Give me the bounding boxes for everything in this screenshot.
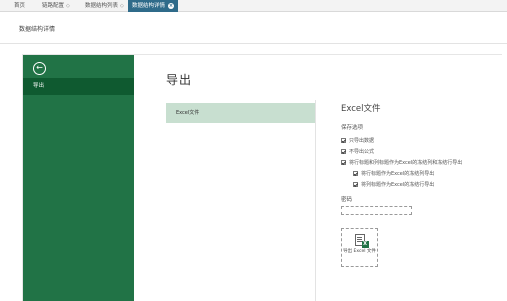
- password-field[interactable]: [341, 206, 412, 215]
- tab-structure-detail[interactable]: 数据结构详情 ×: [128, 0, 179, 12]
- option-freeze-row-headers[interactable]: 将行标题作为Excel的冻结列导出: [353, 170, 434, 177]
- option-label: 只导出数据: [349, 138, 375, 144]
- panel-divider: [315, 100, 316, 301]
- checkbox[interactable]: [341, 160, 346, 165]
- divider: [0, 43, 507, 44]
- tab-close-icon[interactable]: ◇: [66, 0, 70, 12]
- option-label: 不导出公式: [349, 149, 375, 155]
- tab-link-config[interactable]: 链路配置 ◇: [42, 0, 70, 12]
- tab-label: 数据结构详情: [132, 3, 166, 9]
- back-arrow-icon[interactable]: ←: [33, 62, 46, 75]
- save-options-label: 保存选项: [341, 125, 364, 131]
- tab-bar: 首页 链路配置 ◇ 数据结构列表 ◇ 数据结构详情 ×: [0, 0, 507, 12]
- option-freeze-col-headers[interactable]: 将列标题作为Excel的冻结行导出: [353, 181, 434, 188]
- export-button-label: 导出 Excel 文件: [343, 249, 376, 254]
- nav-item-export[interactable]: 导出: [23, 78, 134, 95]
- format-item-excel[interactable]: Excel文件: [166, 103, 315, 123]
- excel-file-icon: [354, 234, 369, 248]
- option-export-data-only[interactable]: 只导出数据: [341, 137, 374, 144]
- backstage-nav: ← 导出: [23, 55, 134, 301]
- option-label: 将列标题作为Excel的冻结行导出: [361, 182, 435, 188]
- export-excel-button[interactable]: 导出 Excel 文件: [341, 228, 378, 267]
- tab-structure-list[interactable]: 数据结构列表 ◇: [85, 0, 124, 12]
- option-freeze-row-col-headers[interactable]: 将行标题和列标题作为Excel的冻结列和冻结行导出: [341, 159, 462, 166]
- checkbox[interactable]: [341, 149, 346, 154]
- export-heading: 导出: [166, 73, 193, 87]
- options-title: Excel文件: [341, 104, 381, 114]
- checkbox[interactable]: [341, 138, 346, 143]
- checkbox[interactable]: [353, 171, 358, 176]
- tab-close-icon[interactable]: ◇: [120, 0, 124, 12]
- tab-close-icon[interactable]: ×: [168, 3, 175, 9]
- export-backstage: ← 导出 导出 Excel文件 Excel文件 保存选项 只导出数据 不导出公式…: [22, 54, 502, 301]
- password-label: 密码: [341, 197, 353, 203]
- checkbox[interactable]: [353, 182, 358, 187]
- option-no-formulas[interactable]: 不导出公式: [341, 148, 374, 155]
- tab-label: 链路配置: [42, 3, 65, 9]
- option-label: 将行标题和列标题作为Excel的冻结列和冻结行导出: [349, 160, 463, 166]
- tab-label: 首页: [14, 3, 26, 9]
- page-title: 数据结构详情: [19, 26, 56, 33]
- tab-label: 数据结构列表: [85, 3, 119, 9]
- tab-home[interactable]: 首页: [14, 0, 25, 12]
- option-label: 将行标题作为Excel的冻结列导出: [361, 171, 435, 177]
